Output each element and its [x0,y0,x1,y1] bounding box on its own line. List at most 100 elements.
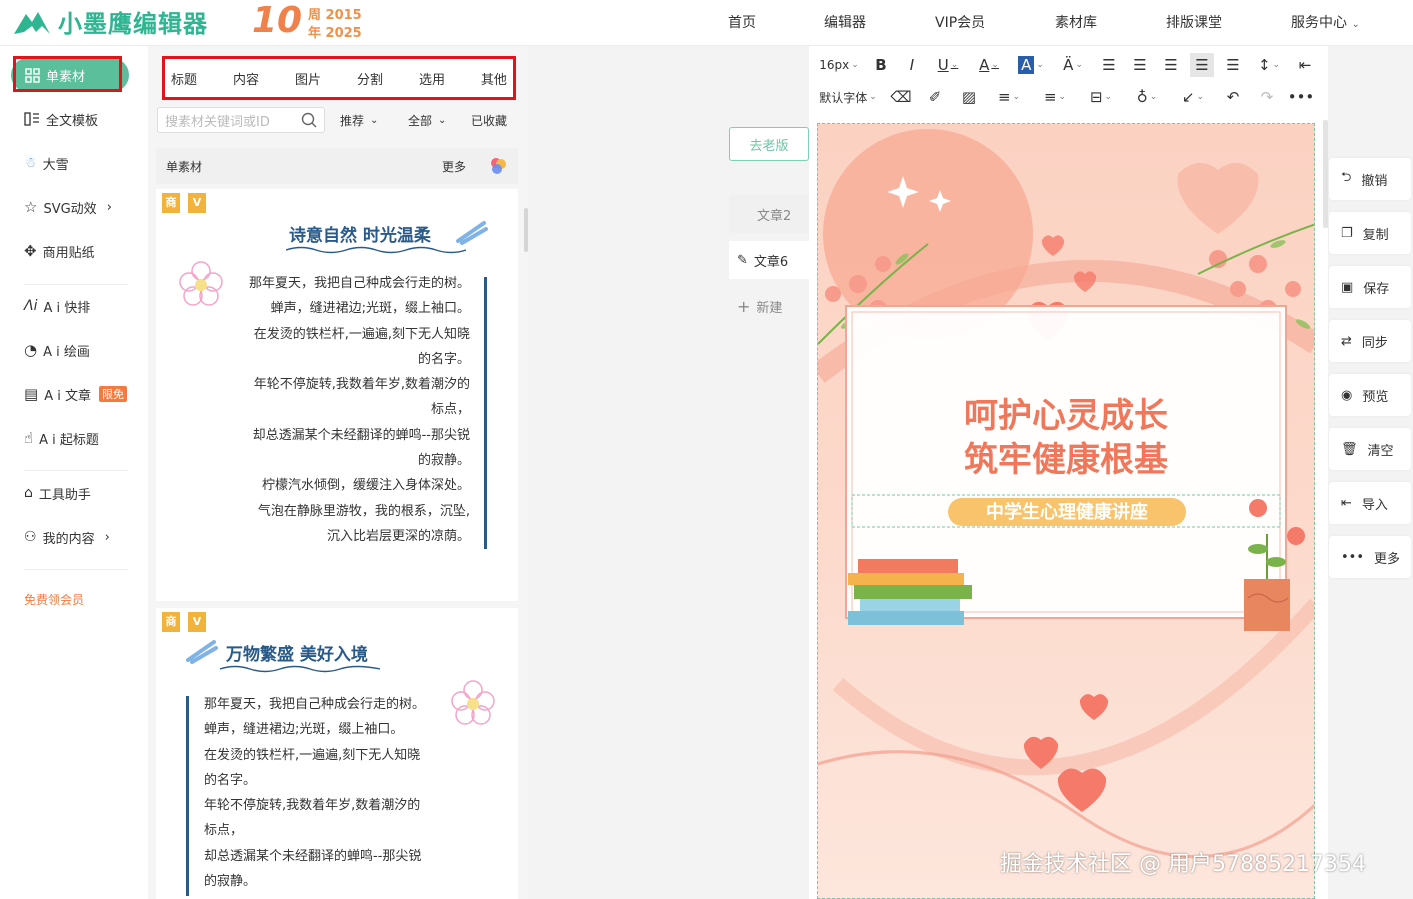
undo-icon[interactable]: ↶ [1220,85,1246,109]
format-brush-icon[interactable]: ✐ [922,85,948,109]
puzzle-icon: ✥ [24,242,37,260]
editor-scrollbar[interactable] [1323,120,1328,228]
doc-item[interactable]: 文章2 [729,195,809,233]
poem-line: 蝉声，缝进裙边;光斑，缀上袖口。 [270,301,470,317]
filter-label: 全部 [408,114,433,128]
poem-line: 却总透漏某个未经翻译的蝉鸣--那尖锐 [252,427,470,443]
left-sidebar [0,46,148,899]
align-center-icon[interactable]: ☰ [1128,53,1152,77]
nav-courses[interactable]: 排版课堂 [1166,12,1222,32]
material-card[interactable]: 商 V 诗意自然 时光温柔 那年夏天，我把自己种成会行走的树。 蝉声，缝进裙边;… [156,189,518,601]
free-vip-link[interactable]: 免费领会员 [24,588,84,610]
favorites-link[interactable]: 已收藏 [471,112,507,129]
action-label: 保存 [1363,281,1390,297]
sidebar-item-full-template[interactable]: 全文模板 [24,108,98,130]
copy-icon: ❐ [1341,225,1353,241]
tab-title[interactable]: 标题 [171,69,197,88]
image-icon[interactable]: ▨ [956,85,982,109]
material-card[interactable]: 商 V 万物繁盛 美好入境 那年夏天，我把自己种成会行走的树。 蝉声，缝进裙边;… [156,608,518,899]
more-icon[interactable]: ••• [1288,85,1315,109]
arrow-icon[interactable]: ↙ ⌄ [1174,85,1212,109]
text-effect-icon[interactable]: Ä ⌄ [1056,53,1090,77]
tab-image[interactable]: 图片 [295,69,321,88]
poem-line: 的寂静。 [204,874,257,890]
action-label: 复制 [1362,227,1389,243]
panel-scrollbar[interactable] [524,208,528,252]
poem-line: 的名字。 [417,351,470,367]
nav-service[interactable]: 服务中心 ⌄ [1291,12,1360,32]
font-color-icon[interactable]: A ⌄ [972,53,1006,77]
indent-icon[interactable]: ☰ [1221,53,1245,77]
sidebar-item-stickers[interactable]: ✥ 商用贴纸 [24,240,95,262]
article-canvas[interactable]: 呵护心灵成长 筑牢健康根基 中学生心理健康讲座 [817,123,1315,899]
wave-underline [286,246,466,254]
sidebar-item-single-material[interactable]: 单素材 [11,58,129,92]
tab-divider[interactable]: 分割 [357,69,383,88]
import-button[interactable]: ⇤ 导入 [1329,482,1411,524]
preview-button[interactable]: ◉ 预览 [1329,374,1411,416]
sidebar-item-snow[interactable]: ☃ 大雪 [24,152,69,174]
action-label: 导入 [1361,497,1388,513]
more-button[interactable]: ••• 更多 [1329,536,1411,578]
italic-icon[interactable]: I [900,53,924,77]
anniversary-number: 10 [252,0,303,41]
sidebar-item-ai-article[interactable]: ▤ A i 文章 限免 [24,383,127,405]
sidebar-item-label: SVG动效 [43,201,97,217]
align-right-icon[interactable]: ☰ [1159,53,1183,77]
align-left-icon[interactable]: ☰ [1097,53,1121,77]
nav-materials[interactable]: 素材库 [1055,12,1097,32]
commercial-tag: 商 [162,193,180,213]
sidebar-item-my-content[interactable]: ⚇ 我的内容 › [24,526,110,548]
more-link[interactable]: 更多 [442,158,466,175]
redo-icon[interactable]: ↷ [1254,85,1280,109]
search-input[interactable]: 搜素材关键词或ID [157,107,325,133]
spacing-icon[interactable]: ≡ ⌄ [1036,85,1074,109]
new-doc-button[interactable]: + 新建 [729,287,809,325]
poem-line: 的寂静。 [417,453,470,469]
bg-color-icon[interactable]: A ⌄ [1013,53,1049,77]
font-size-select[interactable]: 16px ⌄ [816,53,862,77]
flower-icon [179,261,223,306]
sidebar-item-ai-title[interactable]: ☝ A i 起标题 [24,427,99,449]
divider-line-icon[interactable]: ≡ ⌄ [990,85,1028,109]
filter-all[interactable]: 全部 ⌄ [408,112,446,129]
sidebar-item-label: 大雪 [42,157,69,173]
nav-editor[interactable]: 编辑器 [824,12,866,32]
search-placeholder: 搜素材关键词或ID [165,114,270,130]
tab-content[interactable]: 内容 [233,69,259,88]
copy-button[interactable]: ❐ 复制 [1329,212,1411,254]
font-size-value: 16px [819,58,850,72]
undo-button[interactable]: ⮌ 撤销 [1329,158,1411,200]
snowman-icon: ☃ [24,155,37,171]
justify-icon[interactable]: ☰ [1190,53,1214,77]
action-label: 更多 [1374,551,1401,567]
search-icon[interactable] [301,112,317,128]
clear-button[interactable]: 🗑 清空 [1329,428,1411,470]
eye-icon: ◉ [1341,387,1353,403]
eraser-icon[interactable]: ⌫ [888,85,914,109]
chevron-right-icon: › [106,199,112,215]
sidebar-item-svg[interactable]: ☆ SVG动效 › [24,196,112,218]
sidebar-item-tools[interactable]: ⌂ 工具助手 [24,482,91,504]
bulb-icon[interactable]: ♁ ⌄ [1128,85,1166,109]
sidebar-item-ai-layout[interactable]: Λi A i 快排 [24,295,90,317]
tab-select[interactable]: 选用 [419,69,445,88]
insert-icon[interactable]: ⇤ [1293,53,1317,77]
tab-other[interactable]: 其他 [481,69,507,88]
margin-icon[interactable]: ⊟ ⌄ [1082,85,1120,109]
nav-vip[interactable]: VIP会员 [935,12,985,32]
doc-item-active[interactable]: ✎ 文章6 [729,241,809,279]
old-version-button[interactable]: 去老版 [729,127,809,161]
poster-title[interactable]: 呵护心灵成长 筑牢健康根基 [818,394,1314,482]
poster-subtitle[interactable]: 中学生心理健康讲座 [948,500,1186,526]
filter-recommend[interactable]: 推荐 ⌄ [340,112,378,129]
underline-icon[interactable]: U ⌄ [931,53,965,77]
line-height-icon[interactable]: ↕ ⌄ [1252,53,1286,77]
sidebar-item-ai-paint[interactable]: ◔ A i 绘画 [24,339,90,361]
sync-button[interactable]: ⇄ 同步 [1329,320,1411,362]
font-family-select[interactable]: 默认字体 ⌄ [816,85,880,109]
save-button[interactable]: ▣ 保存 [1329,266,1411,308]
logo[interactable]: 小墨鹰编辑器 [12,4,232,38]
nav-home[interactable]: 首页 [728,12,756,32]
bold-icon[interactable]: B [869,53,893,77]
